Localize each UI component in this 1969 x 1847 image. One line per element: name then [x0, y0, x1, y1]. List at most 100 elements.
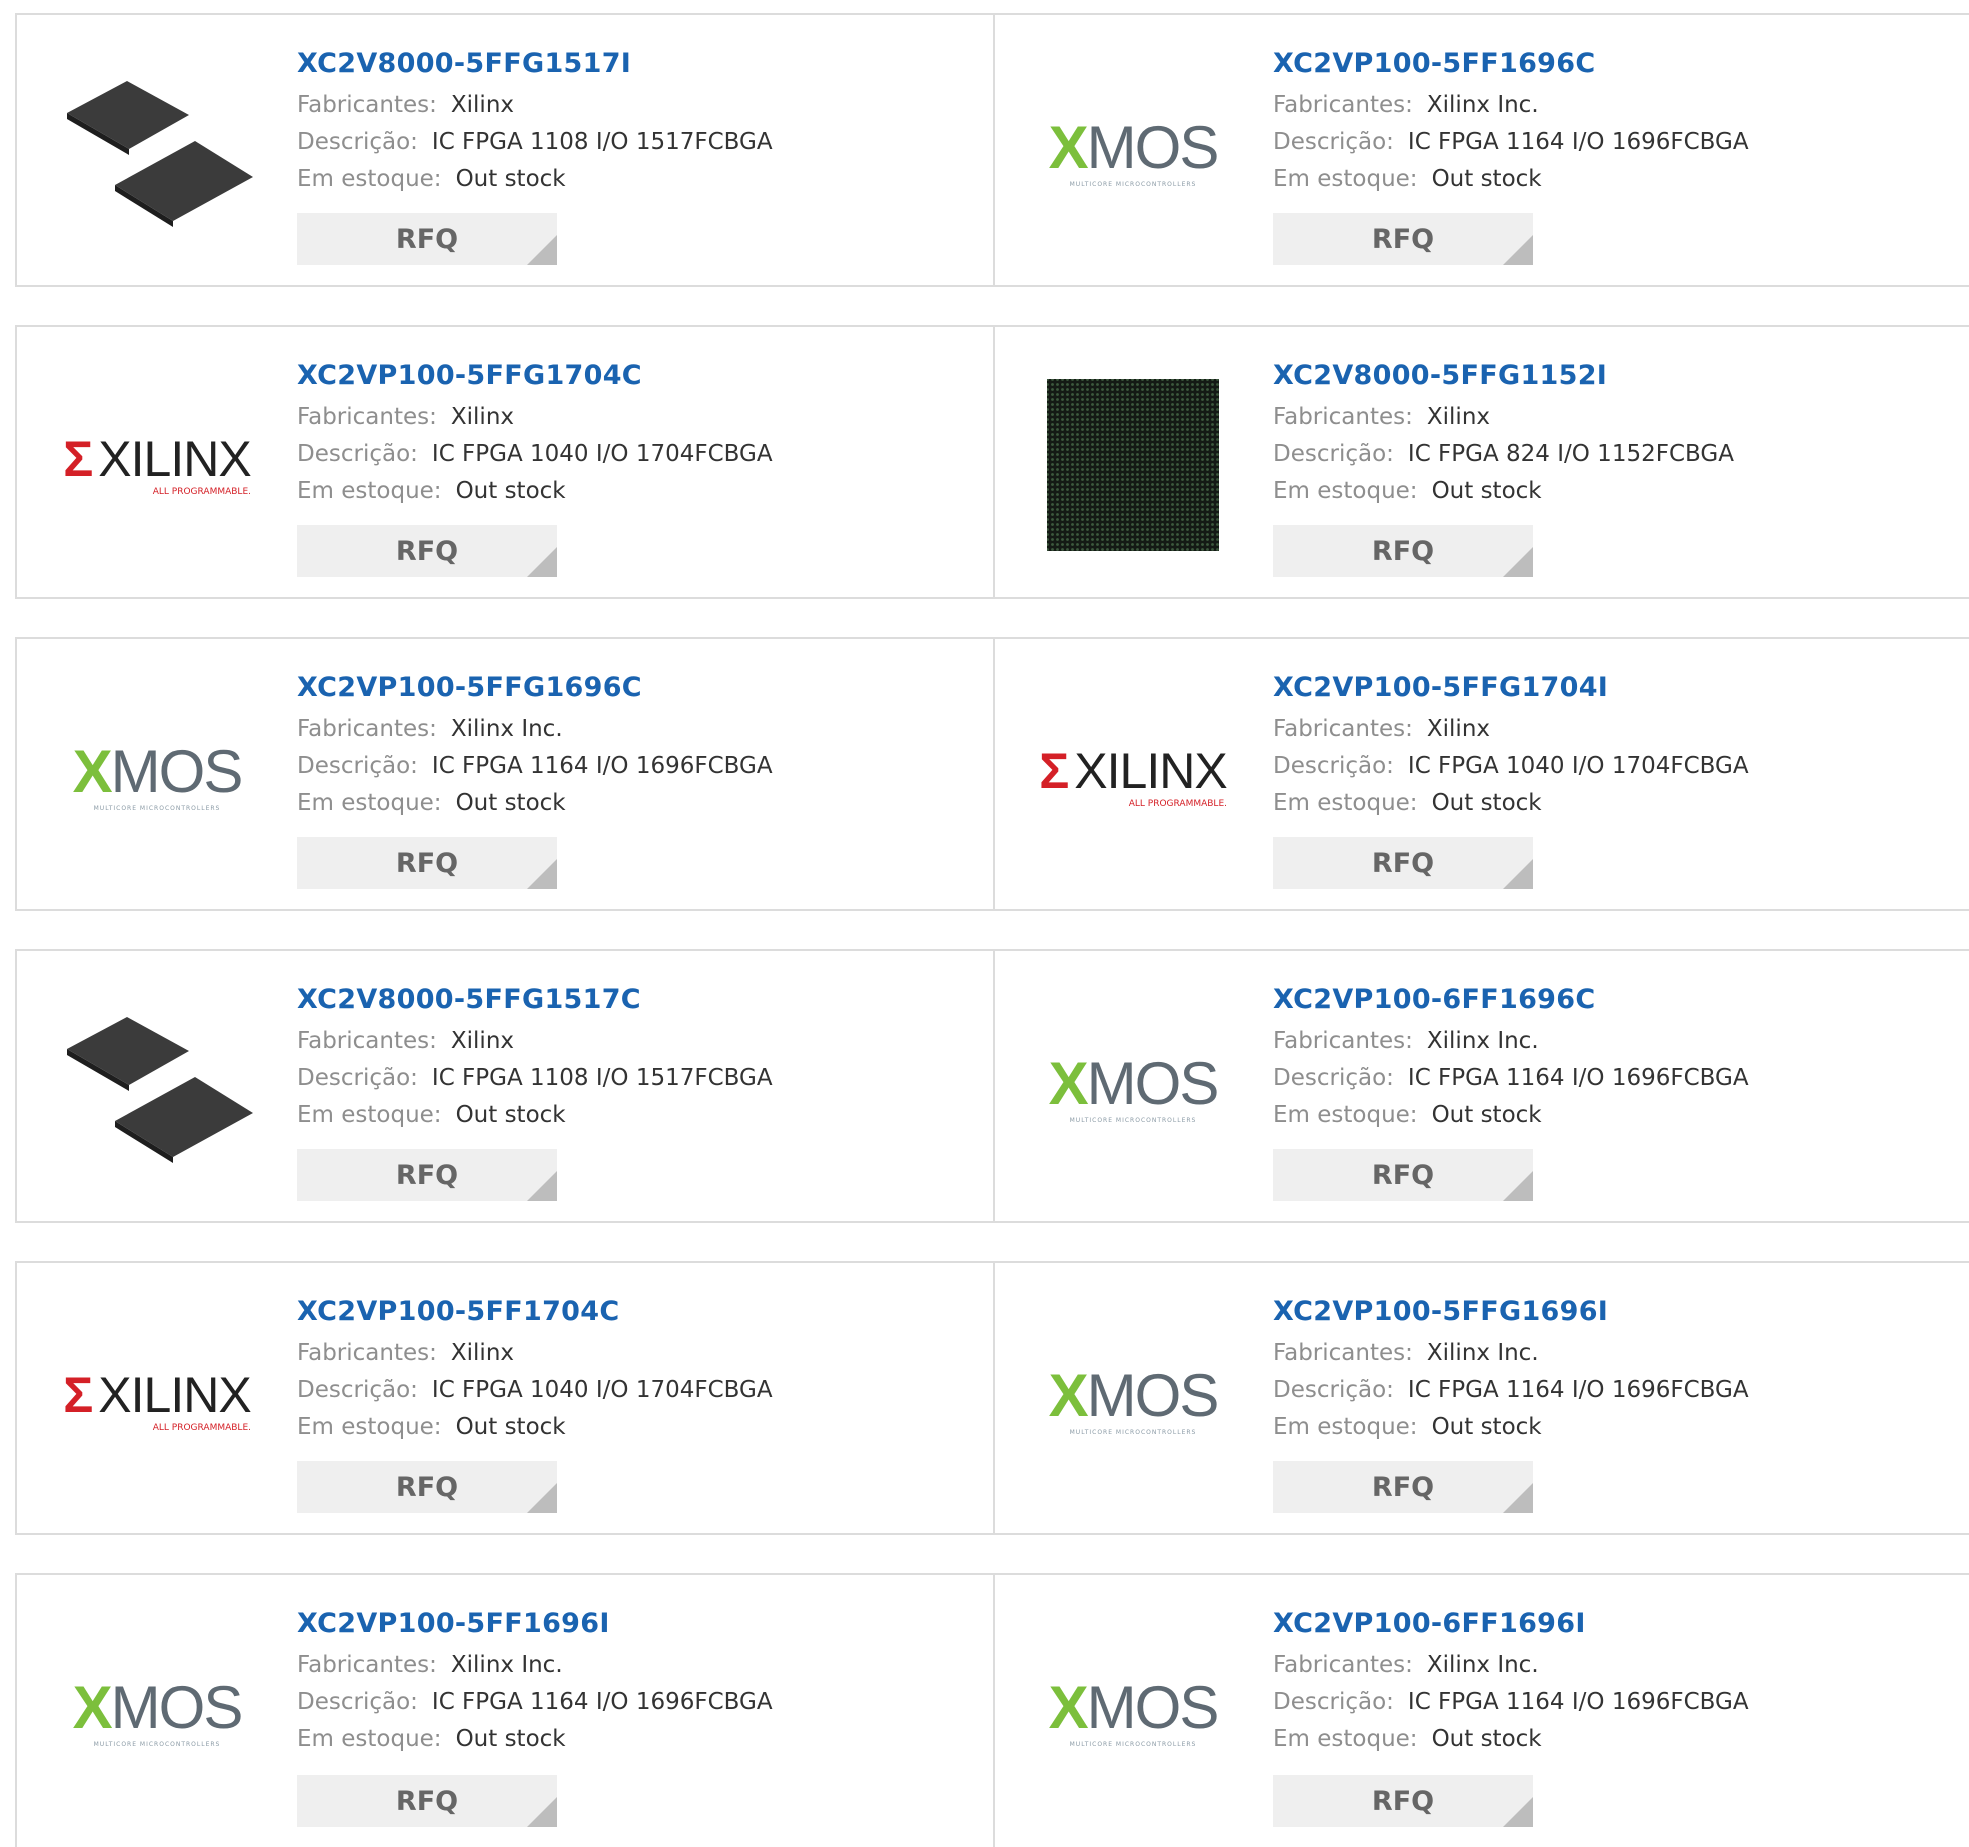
xilinx-logo-word: XILINX	[98, 1366, 251, 1423]
manufacturer-label: Fabricantes:	[297, 92, 437, 118]
xmos-logo-mark: X	[72, 738, 113, 805]
description-label: Descrição:	[297, 1689, 418, 1715]
rfq-button[interactable]: RFQ	[1273, 837, 1533, 889]
product-part-link[interactable]: XC2VP100-5FFG1704C	[297, 359, 773, 393]
product-part-link[interactable]: XC2VP100-5FFG1696I	[1273, 1295, 1749, 1329]
product-image[interactable]: XMOS MULTICORE MICROCONTROLLERS	[1033, 989, 1233, 1189]
manufacturer-value: Xilinx Inc.	[1426, 1028, 1539, 1054]
manufacturer-row: Fabricantes: Xilinx Inc.	[1273, 1647, 1749, 1684]
product-part-link[interactable]: XC2V8000-5FFG1517I	[297, 47, 773, 81]
manufacturer-row: Fabricantes: Xilinx Inc.	[1273, 1023, 1749, 1060]
xmos-logo-tagline: MULTICORE MICROCONTROLLERS	[1069, 1117, 1197, 1124]
product-part-link[interactable]: XC2VP100-5FF1696C	[1273, 47, 1749, 81]
product-card: XC2V8000-5FFG1517I Fabricantes: Xilinx De…	[17, 15, 995, 285]
rfq-button[interactable]: RFQ	[297, 837, 557, 889]
manufacturer-row: Fabricantes: Xilinx	[297, 399, 773, 436]
xmos-logo-tagline: MULTICORE MICROCONTROLLERS	[1069, 181, 1197, 188]
xilinx-logo-mark: Σ	[1039, 742, 1069, 799]
product-card: XMOS MULTICORE MICROCONTROLLERS XC2VP100-…	[995, 1575, 1969, 1847]
stock-value: Out stock	[1431, 166, 1542, 192]
product-image[interactable]: XMOS MULTICORE MICROCONTROLLERS	[1033, 1301, 1233, 1501]
chip-top-1	[115, 141, 253, 221]
description-value: IC FPGA 824 I/O 1152FCBGA	[1407, 441, 1734, 467]
stock-row: Em estoque: Out stock	[1273, 1097, 1749, 1134]
manufacturer-row: Fabricantes: Xilinx Inc.	[297, 1647, 773, 1684]
rfq-button[interactable]: RFQ	[1273, 213, 1533, 265]
rfq-button[interactable]: RFQ	[297, 1775, 557, 1827]
product-image[interactable]: Σ XILINX ALL PROGRAMMABLE.	[57, 365, 257, 565]
stock-value: Out stock	[1431, 1726, 1542, 1752]
rfq-button[interactable]: RFQ	[297, 525, 557, 577]
rfq-button[interactable]: RFQ	[1273, 525, 1533, 577]
product-part-link[interactable]: XC2VP100-5FF1704C	[297, 1295, 773, 1329]
product-card: XMOS MULTICORE MICROCONTROLLERS XC2VP100-…	[17, 639, 995, 909]
description-label: Descrição:	[1273, 753, 1394, 779]
stock-value: Out stock	[455, 1414, 566, 1440]
product-image[interactable]	[57, 53, 257, 253]
description-label: Descrição:	[1273, 441, 1394, 467]
description-value: IC FPGA 1040 I/O 1704FCBGA	[431, 1377, 773, 1403]
product-info: XC2VP100-6FF1696C Fabricantes: Xilinx Inc…	[1273, 983, 1749, 1134]
product-image[interactable]: Σ XILINX ALL PROGRAMMABLE.	[1033, 677, 1233, 877]
manufacturer-value: Xilinx	[1426, 716, 1491, 742]
xilinx-logo: Σ XILINX ALL PROGRAMMABLE.	[57, 434, 257, 497]
manufacturer-label: Fabricantes:	[297, 716, 437, 742]
stock-label: Em estoque:	[297, 478, 442, 504]
rfq-button[interactable]: RFQ	[1273, 1775, 1533, 1827]
product-part-link[interactable]: XC2VP100-6FF1696C	[1273, 983, 1749, 1017]
description-value: IC FPGA 1108 I/O 1517FCBGA	[431, 1065, 773, 1091]
product-info: XC2VP100-5FF1704C Fabricantes: Xilinx Des…	[297, 1295, 773, 1446]
manufacturer-label: Fabricantes:	[1273, 1340, 1413, 1366]
product-row: Σ XILINX ALL PROGRAMMABLE. XC2VP100-5FF170…	[15, 1261, 1969, 1535]
product-part-link[interactable]: XC2V8000-5FFG1517C	[297, 983, 773, 1017]
xmos-logo-word: MOS	[110, 738, 244, 805]
stock-label: Em estoque:	[297, 1414, 442, 1440]
description-value: IC FPGA 1164 I/O 1696FCBGA	[1407, 129, 1749, 155]
rfq-button[interactable]: RFQ	[1273, 1461, 1533, 1513]
manufacturer-value: Xilinx	[450, 404, 515, 430]
xmos-logo-tagline: MULTICORE MICROCONTROLLERS	[93, 1741, 221, 1748]
xmos-logo: XMOS MULTICORE MICROCONTROLLERS	[59, 742, 255, 812]
manufacturer-value: Xilinx	[450, 1028, 515, 1054]
product-row: XC2V8000-5FFG1517C Fabricantes: Xilinx De…	[15, 949, 1969, 1223]
xmos-logo-word: MOS	[1086, 114, 1220, 181]
chip-top-0	[67, 81, 189, 149]
description-row: Descrição: IC FPGA 1040 I/O 1704FCBGA	[297, 436, 773, 473]
rfq-button[interactable]: RFQ	[297, 1149, 557, 1201]
description-row: Descrição: IC FPGA 1108 I/O 1517FCBGA	[297, 1060, 773, 1097]
rfq-button[interactable]: RFQ	[1273, 1149, 1533, 1201]
manufacturer-value: Xilinx	[450, 1340, 515, 1366]
xmos-logo-mark: X	[1048, 1362, 1089, 1429]
description-label: Descrição:	[297, 753, 418, 779]
manufacturer-label: Fabricantes:	[297, 1028, 437, 1054]
product-part-link[interactable]: XC2VP100-6FF1696I	[1273, 1607, 1749, 1641]
product-image[interactable]: XMOS MULTICORE MICROCONTROLLERS	[1033, 53, 1233, 253]
product-info: XC2VP100-6FF1696I Fabricantes: Xilinx Inc…	[1273, 1607, 1749, 1758]
xmos-logo-tagline: MULTICORE MICROCONTROLLERS	[93, 805, 221, 812]
product-image[interactable]	[1033, 365, 1233, 565]
manufacturer-label: Fabricantes:	[1273, 1652, 1413, 1678]
rfq-button[interactable]: RFQ	[297, 1461, 557, 1513]
manufacturer-row: Fabricantes: Xilinx Inc.	[297, 711, 773, 748]
manufacturer-label: Fabricantes:	[1273, 404, 1413, 430]
xmos-logo-word: MOS	[110, 1674, 244, 1741]
product-image[interactable]: Σ XILINX ALL PROGRAMMABLE.	[57, 1301, 257, 1501]
product-part-link[interactable]: XC2VP100-5FFG1704I	[1273, 671, 1749, 705]
product-part-link[interactable]: XC2VP100-5FF1696I	[297, 1607, 773, 1641]
rfq-button[interactable]: RFQ	[297, 213, 557, 265]
description-row: Descrição: IC FPGA 1040 I/O 1704FCBGA	[1273, 748, 1749, 785]
description-label: Descrição:	[1273, 129, 1394, 155]
product-info: XC2VP100-5FFG1704I Fabricantes: Xilinx De…	[1273, 671, 1749, 822]
product-image[interactable]	[57, 989, 257, 1189]
product-info: XC2V8000-5FFG1517I Fabricantes: Xilinx De…	[297, 47, 773, 198]
product-card: XMOS MULTICORE MICROCONTROLLERS XC2VP100-…	[995, 15, 1969, 285]
product-image[interactable]: XMOS MULTICORE MICROCONTROLLERS	[57, 1613, 257, 1813]
product-row: XMOS MULTICORE MICROCONTROLLERS XC2VP100-…	[15, 1573, 1969, 1847]
product-info: XC2V8000-5FFG1517C Fabricantes: Xilinx De…	[297, 983, 773, 1134]
stock-value: Out stock	[1431, 1414, 1542, 1440]
product-part-link[interactable]: XC2V8000-5FFG1152I	[1273, 359, 1734, 393]
product-part-link[interactable]: XC2VP100-5FFG1696C	[297, 671, 773, 705]
product-image[interactable]: XMOS MULTICORE MICROCONTROLLERS	[1033, 1613, 1233, 1813]
product-image[interactable]: XMOS MULTICORE MICROCONTROLLERS	[57, 677, 257, 877]
description-label: Descrição:	[1273, 1377, 1394, 1403]
